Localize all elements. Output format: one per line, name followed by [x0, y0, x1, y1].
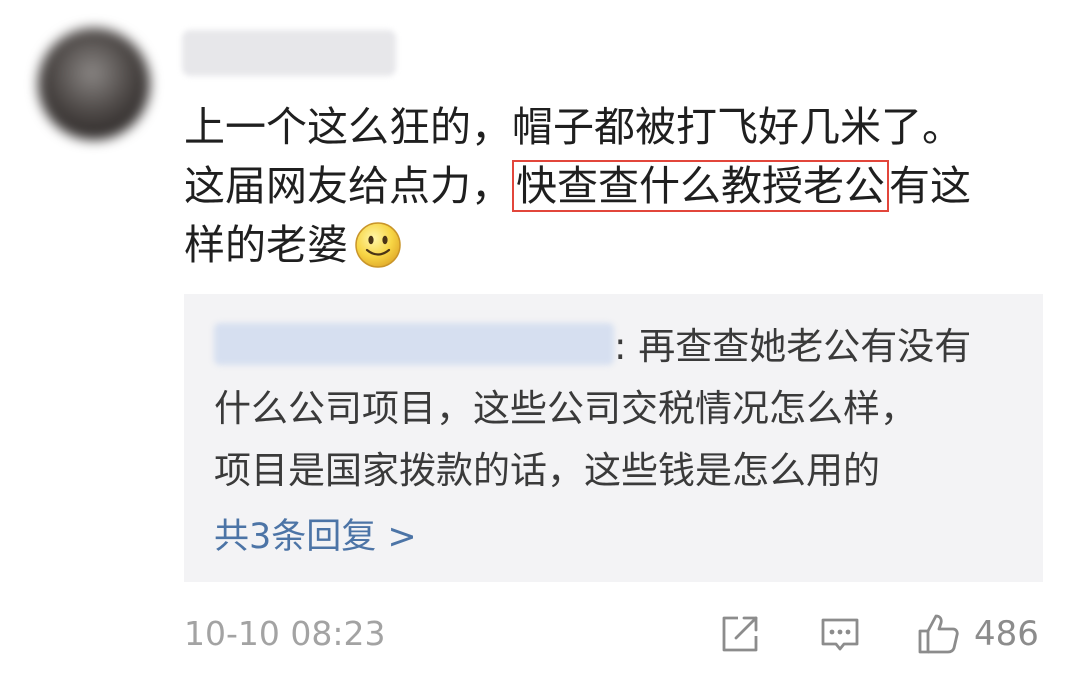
share-button[interactable]	[718, 610, 762, 658]
reply-preview-box[interactable]: : 再查查她老公有没有什么公司项目，这些公司交税情况怎么样， 项目是国家拨款的话，…	[184, 294, 1043, 582]
comment-button[interactable]	[818, 610, 862, 658]
username-blurred[interactable]	[182, 30, 396, 76]
comment-line-2-start: 这届网友给点力，	[184, 162, 512, 210]
avatar[interactable]	[38, 28, 150, 140]
view-all-replies-link[interactable]: 共3条回复 >	[214, 512, 417, 562]
reply-line-2: 什么公司项目，这些公司交税情况怎么样，	[214, 387, 917, 430]
comment-icon	[821, 618, 859, 651]
thumbs-up-icon	[918, 614, 959, 654]
like-button[interactable]: 486	[916, 610, 1039, 658]
comment-line-3: 样的老婆	[184, 221, 348, 269]
comment-line-1: 上一个这么狂的，帽子都被打飞好几米了。	[184, 103, 963, 151]
comment-footer: 10-10 08:23 486	[184, 606, 1044, 662]
timestamp: 10-10 08:23	[184, 614, 386, 653]
like-count: 486	[974, 614, 1039, 654]
reply-author-blurred[interactable]	[214, 323, 614, 365]
highlighted-text: 快查查什么教授老公	[512, 160, 889, 212]
share-icon	[722, 616, 758, 652]
reply-line-3: 项目是国家拨款的话，这些钱是怎么用的	[214, 449, 880, 492]
smile-emoji-icon	[354, 221, 402, 269]
comment-line-2-end: 有这	[889, 162, 971, 210]
comment-body: 上一个这么狂的，帽子都被打飞好几米了。 这届网友给点力，快查查什么教授老公有这样的…	[184, 98, 1024, 275]
reply-text: : 再查查她老公有没有什么公司项目，这些公司交税情况怎么样， 项目是国家拨款的话，…	[214, 316, 1014, 502]
reply-line-1: : 再查查她老公有没有	[614, 325, 972, 368]
